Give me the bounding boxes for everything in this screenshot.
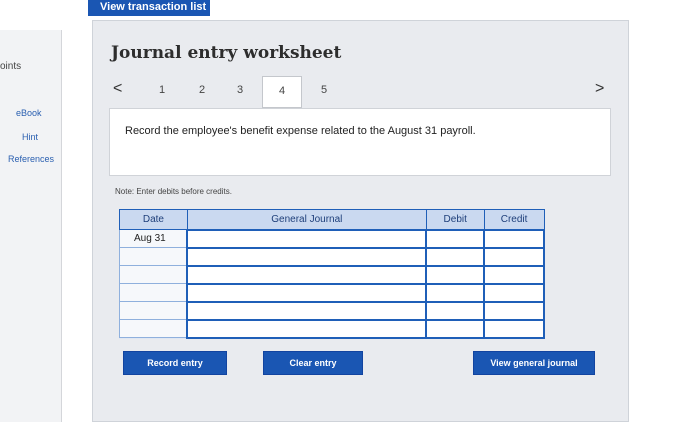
- step-5[interactable]: 5: [317, 84, 331, 96]
- table-row: [119, 300, 545, 321]
- entry-note: Note: Enter debits before credits.: [115, 187, 232, 196]
- account-input[interactable]: [186, 264, 428, 285]
- credit-input[interactable]: [483, 318, 545, 339]
- debit-input[interactable]: [425, 300, 486, 321]
- credit-input[interactable]: [483, 246, 545, 267]
- view-general-journal-button[interactable]: View general journal: [473, 351, 595, 375]
- account-input[interactable]: [186, 318, 428, 339]
- date-cell[interactable]: Aug 31: [119, 229, 188, 248]
- debit-input[interactable]: [425, 228, 486, 249]
- previous-step-icon[interactable]: <: [113, 80, 122, 98]
- table-row: [119, 318, 545, 339]
- date-cell[interactable]: [119, 319, 188, 338]
- account-input[interactable]: [186, 228, 428, 249]
- points-label: oints: [0, 61, 22, 72]
- account-input[interactable]: [186, 300, 428, 321]
- table-row: [119, 264, 545, 285]
- worksheet-title: Journal entry worksheet: [111, 43, 342, 63]
- step-navigation: < 1 2 3 4 5 >: [109, 74, 609, 108]
- credit-header: Credit: [483, 209, 545, 230]
- date-header: Date: [119, 209, 188, 230]
- date-cell[interactable]: [119, 301, 188, 320]
- references-link[interactable]: References: [8, 154, 54, 164]
- general-journal-header: General Journal: [186, 209, 427, 230]
- table-row: [119, 246, 545, 267]
- journal-table: Date General Journal Debit Credit Aug 31: [119, 209, 545, 339]
- credit-input[interactable]: [483, 264, 545, 285]
- debit-input[interactable]: [425, 282, 486, 303]
- left-rail: [0, 30, 62, 422]
- table-row: Aug 31: [119, 228, 545, 249]
- debit-input[interactable]: [425, 318, 486, 339]
- ebook-link[interactable]: eBook: [16, 108, 42, 118]
- hint-link[interactable]: Hint: [22, 132, 38, 142]
- step-2[interactable]: 2: [195, 84, 209, 96]
- step-4[interactable]: 4: [262, 76, 302, 108]
- date-cell[interactable]: [119, 247, 188, 266]
- account-input[interactable]: [186, 282, 428, 303]
- question-prompt: Record the employee's benefit expense re…: [109, 108, 611, 176]
- prompt-text: Record the employee's benefit expense re…: [125, 125, 476, 137]
- credit-input[interactable]: [483, 282, 545, 303]
- account-input[interactable]: [186, 246, 428, 267]
- step-3[interactable]: 3: [233, 84, 247, 96]
- credit-input[interactable]: [483, 228, 545, 249]
- record-entry-button[interactable]: Record entry: [123, 351, 227, 375]
- debit-input[interactable]: [425, 246, 486, 267]
- next-step-icon[interactable]: >: [595, 80, 604, 98]
- step-1[interactable]: 1: [155, 84, 169, 96]
- credit-input[interactable]: [483, 300, 545, 321]
- date-cell[interactable]: [119, 265, 188, 284]
- view-transaction-list-button[interactable]: View transaction list: [88, 0, 210, 16]
- journal-entry-worksheet: Journal entry worksheet < 1 2 3 4 5 > Re…: [92, 20, 629, 422]
- debit-header: Debit: [425, 209, 485, 230]
- debit-input[interactable]: [425, 264, 486, 285]
- date-cell[interactable]: [119, 283, 188, 302]
- clear-entry-button[interactable]: Clear entry: [263, 351, 363, 375]
- table-row: [119, 282, 545, 303]
